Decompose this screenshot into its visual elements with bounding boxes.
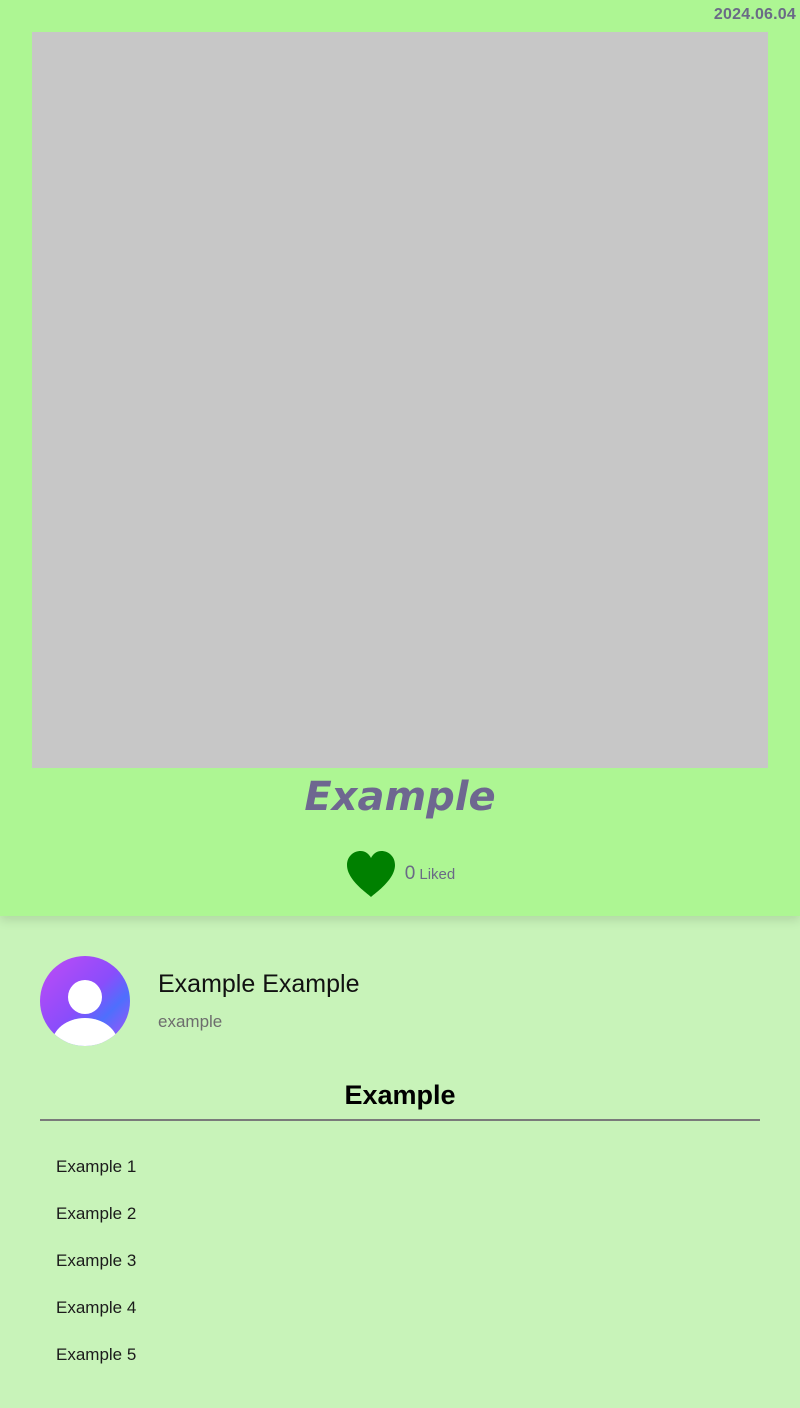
list-item[interactable]: Example 4: [56, 1295, 136, 1342]
author-name: Example Example: [158, 970, 360, 998]
list-item[interactable]: Example 1: [56, 1154, 136, 1201]
list-item[interactable]: Example 3: [56, 1248, 136, 1295]
like-label: Liked: [419, 865, 456, 883]
list-item[interactable]: Example 2: [56, 1201, 136, 1248]
section-divider: [40, 1119, 760, 1121]
avatar[interactable]: [40, 956, 130, 1046]
post-date: 2024.06.04: [713, 6, 796, 23]
author-profile: Example Example example: [40, 956, 760, 1048]
section-title: Example: [344, 1080, 456, 1110]
like-count: 0: [404, 863, 416, 884]
post-image[interactable]: [32, 32, 768, 768]
heart-icon[interactable]: [345, 850, 397, 898]
example-list: Example 1 Example 2 Example 3 Example 4 …: [56, 1154, 136, 1389]
post-card: 2024.06.04 Example 0 Liked: [0, 0, 800, 916]
like-row: 0 Liked: [0, 848, 800, 900]
user-avatar-icon: [52, 980, 118, 1046]
author-handle: example: [158, 1012, 223, 1031]
post-title: Example: [304, 774, 496, 820]
list-item[interactable]: Example 5: [56, 1342, 136, 1389]
